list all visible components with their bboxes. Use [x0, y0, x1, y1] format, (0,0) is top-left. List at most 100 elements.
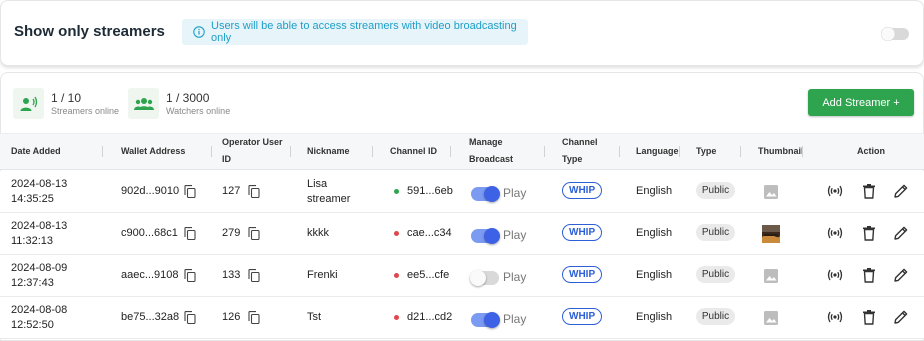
- date-added-cell: 2024-08-09 12:37:43: [11, 261, 67, 291]
- copy-icon[interactable]: [248, 227, 260, 241]
- copy-icon[interactable]: [248, 311, 260, 325]
- streamers-online-value: 1 / 10: [51, 91, 82, 105]
- page-title: Show only streamers: [14, 23, 165, 40]
- broadcast-icon[interactable]: [827, 309, 843, 325]
- col-channel-id[interactable]: Channel ID: [390, 143, 437, 160]
- nickname-cell: Lisa streamer: [307, 177, 350, 207]
- watchers-online-label: Watchers online: [166, 106, 231, 116]
- trash-icon[interactable]: [861, 183, 877, 199]
- col-manage-label-1: Manage: [469, 137, 503, 147]
- edit-pencil-icon[interactable]: [893, 267, 909, 283]
- status-dot: [394, 314, 399, 320]
- col-manage-label-2: Broadcast: [469, 154, 514, 164]
- table-row: 2024-08-13 14:35:25 902d...9010 127 Lisa stre…: [0, 171, 924, 213]
- operator-user-id: 133: [222, 269, 241, 281]
- copy-icon[interactable]: [248, 185, 260, 199]
- date-value: 2024-08-08: [11, 304, 68, 316]
- broadcast-icon[interactable]: [827, 225, 843, 241]
- col-channel-type-label-2: Type: [562, 154, 583, 164]
- manage-broadcast-switch[interactable]: [471, 186, 500, 202]
- time-value: 12:52:50: [11, 319, 54, 331]
- wallet-address: 902d...9010: [121, 185, 180, 197]
- channel-id-cell: d21...cd2: [394, 311, 452, 323]
- thumbnail-image[interactable]: [762, 225, 780, 243]
- image-placeholder-icon[interactable]: [762, 183, 780, 201]
- col-nickname[interactable]: Nickname: [307, 143, 350, 160]
- manage-broadcast-switch[interactable]: [471, 228, 500, 244]
- copy-icon[interactable]: [184, 269, 196, 283]
- time-value: 14:35:25: [11, 193, 54, 205]
- copy-icon[interactable]: [248, 269, 260, 283]
- col-action: Action: [857, 146, 885, 156]
- copy-icon[interactable]: [184, 311, 196, 325]
- broadcast-icon[interactable]: [827, 267, 843, 283]
- channel-type-badge: WHIP: [562, 266, 603, 283]
- nickname: Frenki: [307, 269, 338, 281]
- col-channel-type[interactable]: Channel Type: [562, 134, 598, 168]
- edit-pencil-icon[interactable]: [893, 183, 909, 199]
- channel-type-badge: WHIP: [562, 308, 603, 325]
- streamers-online-stat: 1 / 10 Streamers online: [13, 88, 119, 119]
- column-divider: [450, 146, 451, 157]
- streamer-broadcast-icon: [13, 88, 44, 119]
- show-only-streamers-toggle[interactable]: [881, 27, 909, 41]
- settings-card: Show only streamers Users will be able t…: [0, 0, 924, 66]
- edit-pencil-icon[interactable]: [893, 225, 909, 241]
- image-placeholder-icon[interactable]: [762, 309, 780, 327]
- time-value: 11:32:13: [11, 235, 54, 247]
- switch-knob: [484, 186, 500, 202]
- column-divider: [290, 146, 291, 157]
- table-row: 2024-08-08 12:52:50 be75...32a8 126 Tst d21..…: [0, 297, 924, 339]
- column-divider: [102, 146, 103, 157]
- watchers-online-value: 1 / 3000: [166, 91, 210, 105]
- streamers-online-label: Streamers online: [51, 106, 120, 116]
- date-added-cell: 2024-08-13 14:35:25: [11, 177, 67, 207]
- col-operator-id[interactable]: Operator User ID: [222, 134, 283, 168]
- trash-icon[interactable]: [861, 309, 877, 325]
- trash-icon[interactable]: [861, 267, 877, 283]
- watchers-online-stat: 1 / 3000 Watchers online: [128, 88, 230, 119]
- nickname: Tst: [307, 311, 322, 323]
- col-wallet-address[interactable]: Wallet Address: [121, 143, 185, 160]
- col-date-added[interactable]: Date Added: [11, 143, 61, 160]
- type-badge: Public: [696, 224, 735, 241]
- channel-id: cae...c34: [407, 227, 452, 239]
- status-dot: [394, 272, 399, 278]
- play-label: Play: [503, 186, 527, 200]
- date-value: 2024-08-13: [11, 220, 68, 232]
- wallet-address: aaec...9108: [121, 269, 179, 281]
- trash-icon[interactable]: [861, 225, 877, 241]
- switch-knob: [484, 312, 500, 328]
- column-divider: [740, 146, 741, 157]
- col-type[interactable]: Type: [696, 143, 716, 160]
- broadcast-icon[interactable]: [827, 183, 843, 199]
- edit-pencil-icon[interactable]: [893, 309, 909, 325]
- language: English: [636, 185, 673, 197]
- col-thumbnail[interactable]: Thumbnail: [758, 143, 804, 160]
- channel-type-badge: WHIP: [562, 224, 603, 241]
- manage-broadcast-switch[interactable]: [471, 312, 500, 328]
- channel-id-cell: ee5...cfe: [394, 269, 449, 281]
- play-label: Play: [503, 228, 527, 242]
- copy-icon[interactable]: [184, 185, 196, 199]
- nickname-line-2: streamer: [307, 193, 351, 205]
- copy-icon[interactable]: [184, 227, 196, 241]
- type-badge: Public: [696, 266, 735, 283]
- switch-knob: [470, 270, 486, 286]
- time-value: 12:37:43: [11, 277, 54, 289]
- operator-user-id: 279: [222, 227, 241, 239]
- play-label: Play: [503, 270, 527, 284]
- language: English: [636, 269, 673, 281]
- column-divider: [544, 146, 545, 157]
- col-language[interactable]: Language: [636, 143, 679, 160]
- manage-broadcast-switch[interactable]: [470, 270, 499, 286]
- column-divider: [619, 146, 620, 157]
- status-dot: [394, 188, 399, 194]
- status-dot: [394, 230, 399, 236]
- channel-id: 591...6eb: [407, 185, 453, 197]
- wallet-address: be75...32a8: [121, 311, 180, 323]
- nickname: kkkk: [307, 227, 329, 239]
- col-manage-broadcast[interactable]: Manage Broadcast: [469, 134, 513, 168]
- image-placeholder-icon[interactable]: [762, 267, 780, 285]
- add-streamer-button[interactable]: Add Streamer +: [808, 89, 914, 116]
